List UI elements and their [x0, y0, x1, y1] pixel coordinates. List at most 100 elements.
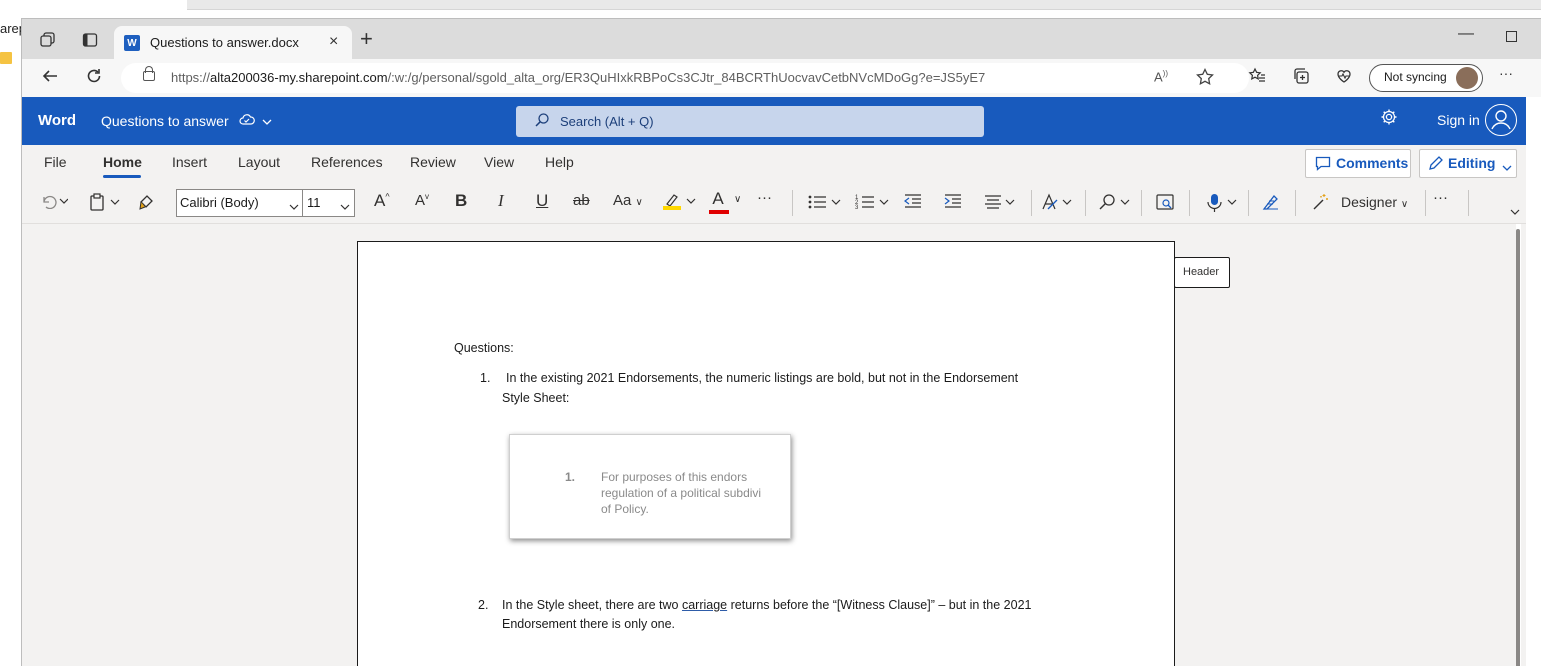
question-2-text: In the Style sheet, there are two carria… — [502, 598, 1032, 612]
vertical-tabs-icon[interactable] — [76, 26, 104, 54]
underline-button[interactable]: U — [536, 191, 548, 211]
tab-file[interactable]: File — [44, 154, 67, 170]
highlight-button[interactable] — [663, 191, 699, 215]
font-color-label: A — [712, 189, 724, 208]
sign-in-link[interactable]: Sign in — [1437, 112, 1480, 128]
new-tab-button[interactable]: + — [360, 28, 373, 50]
scrollbar-thumb[interactable] — [1516, 229, 1520, 666]
app-name[interactable]: Word — [38, 112, 76, 129]
format-painter-icon[interactable] — [138, 193, 156, 215]
tab-home[interactable]: Home — [103, 154, 142, 170]
tab-review[interactable]: Review — [410, 154, 456, 170]
tab-view[interactable]: View — [484, 154, 514, 170]
paste-icon[interactable] — [89, 193, 123, 215]
increase-indent-icon[interactable] — [943, 193, 963, 215]
editing-mode-button[interactable]: Editing — [1419, 149, 1517, 178]
styles-icon[interactable] — [1040, 193, 1076, 215]
font-name-select[interactable]: Calibri (Body) — [176, 189, 304, 217]
tab-title: Questions to answer.docx — [150, 35, 299, 50]
find-icon[interactable] — [1098, 193, 1134, 215]
url-text: https://alta200036-my.sharepoint.com/:w:… — [171, 70, 986, 85]
chevron-down-icon — [289, 199, 299, 214]
word-favicon-icon: W — [124, 35, 140, 51]
browser-window: W Questions to answer.docx × + — https:/… — [21, 18, 1541, 666]
document-page[interactable]: Questions: 1. In the existing 2021 Endor… — [357, 241, 1175, 666]
decrease-indent-icon[interactable] — [903, 193, 923, 215]
tab-layout[interactable]: Layout — [238, 154, 280, 170]
read-aloud-icon[interactable]: A)) — [1154, 69, 1168, 84]
bold-button[interactable]: B — [455, 191, 467, 211]
change-case-button[interactable]: Aa ∨ — [613, 192, 643, 209]
address-bar[interactable]: https://alta200036-my.sharepoint.com/:w:… — [121, 63, 1249, 93]
account-avatar-icon[interactable] — [1485, 104, 1517, 136]
background-window-left — [0, 18, 21, 665]
lock-icon[interactable] — [143, 71, 155, 81]
comments-label: Comments — [1336, 155, 1409, 171]
list-number: 2. — [478, 598, 489, 612]
minimize-button[interactable]: — — [1458, 25, 1474, 43]
ribbon-toolbar: Calibri (Body) 11 A^ Av B I U ab Aa ∨ A … — [22, 183, 1526, 224]
browser-tab-active[interactable]: W Questions to answer.docx × — [114, 26, 352, 59]
question-2-text-continued: Endorsement there is only one. — [502, 617, 676, 631]
image-text-line: regulation of a political subdivi — [601, 486, 762, 500]
word-header: Word Questions to answer Search (Alt + Q… — [22, 97, 1526, 145]
back-arrow-icon[interactable] — [41, 67, 59, 90]
font-size-select[interactable]: 11 — [302, 189, 355, 217]
collections-icon[interactable] — [1292, 67, 1310, 90]
tab-insert[interactable]: Insert — [172, 154, 207, 170]
more-font-options-button[interactable]: ··· — [757, 189, 772, 206]
question-1-text: In the existing 2021 Endorsements, the n… — [506, 371, 1019, 385]
header-tag-button[interactable]: Header — [1174, 257, 1230, 288]
search-placeholder: Search (Alt + Q) — [560, 114, 654, 129]
favorites-icon[interactable] — [1248, 67, 1266, 90]
search-icon — [534, 112, 550, 132]
align-icon[interactable] — [983, 193, 1019, 215]
strikethrough-button[interactable]: ab — [573, 192, 590, 209]
toolbar-divider — [1141, 190, 1142, 216]
shrink-font-button[interactable]: Av — [415, 192, 429, 209]
list-number: 1. — [480, 371, 491, 385]
toolbar-divider — [1031, 190, 1032, 216]
comments-button[interactable]: Comments — [1305, 149, 1411, 178]
profile-sync-button[interactable]: Not syncing — [1369, 64, 1483, 92]
close-tab-icon[interactable]: × — [329, 33, 338, 51]
workspaces-icon[interactable] — [34, 26, 62, 54]
designer-button[interactable]: Designer ∨ — [1341, 194, 1408, 210]
expand-ribbon-chevron-icon[interactable] — [1509, 205, 1521, 220]
spelling-flagged-word[interactable]: carriage — [682, 598, 727, 612]
tab-help[interactable]: Help — [545, 154, 574, 170]
dictate-mic-icon[interactable] — [1205, 193, 1241, 217]
grow-font-button[interactable]: A^ — [374, 191, 390, 211]
more-options-button[interactable]: ··· — [1433, 189, 1448, 206]
maximize-button[interactable] — [1506, 31, 1517, 42]
immersive-reader-icon[interactable] — [1155, 193, 1175, 215]
toolbar-divider — [1248, 190, 1249, 216]
bullets-icon[interactable] — [807, 193, 843, 215]
grow-font-label: A — [374, 191, 386, 210]
font-color-button[interactable]: A ∨ — [708, 189, 741, 214]
image-text-line: For purposes of this endors — [601, 470, 748, 484]
tab-references[interactable]: References — [311, 154, 383, 170]
font-name-value: Calibri (Body) — [180, 195, 259, 210]
document-title[interactable]: Questions to answer — [101, 113, 272, 129]
svg-text:3: 3 — [855, 205, 859, 211]
browser-essentials-icon[interactable] — [1335, 67, 1353, 90]
toolbar-divider — [1189, 190, 1190, 216]
chevron-down-icon: ∨ — [635, 197, 643, 208]
chevron-down-icon: ∨ — [734, 194, 742, 205]
numbering-icon[interactable]: 123 — [855, 193, 891, 215]
chevron-down-icon: ∨ — [1400, 199, 1409, 210]
editor-icon[interactable] — [1261, 193, 1281, 215]
gear-icon[interactable] — [1380, 108, 1398, 131]
search-input[interactable]: Search (Alt + Q) — [516, 106, 984, 137]
toolbar-divider — [1085, 190, 1086, 216]
italic-button[interactable]: I — [498, 191, 504, 211]
refresh-icon[interactable] — [85, 67, 103, 90]
shrink-font-label: A — [415, 192, 426, 209]
toolbar-divider — [1295, 190, 1296, 216]
settings-more-icon[interactable]: ··· — [1499, 65, 1513, 81]
favorite-star-icon[interactable] — [1196, 67, 1214, 89]
embedded-image[interactable]: 1. For purposes of this endors regulatio… — [509, 434, 791, 539]
designer-icon[interactable] — [1311, 193, 1329, 215]
undo-icon[interactable] — [40, 193, 69, 213]
